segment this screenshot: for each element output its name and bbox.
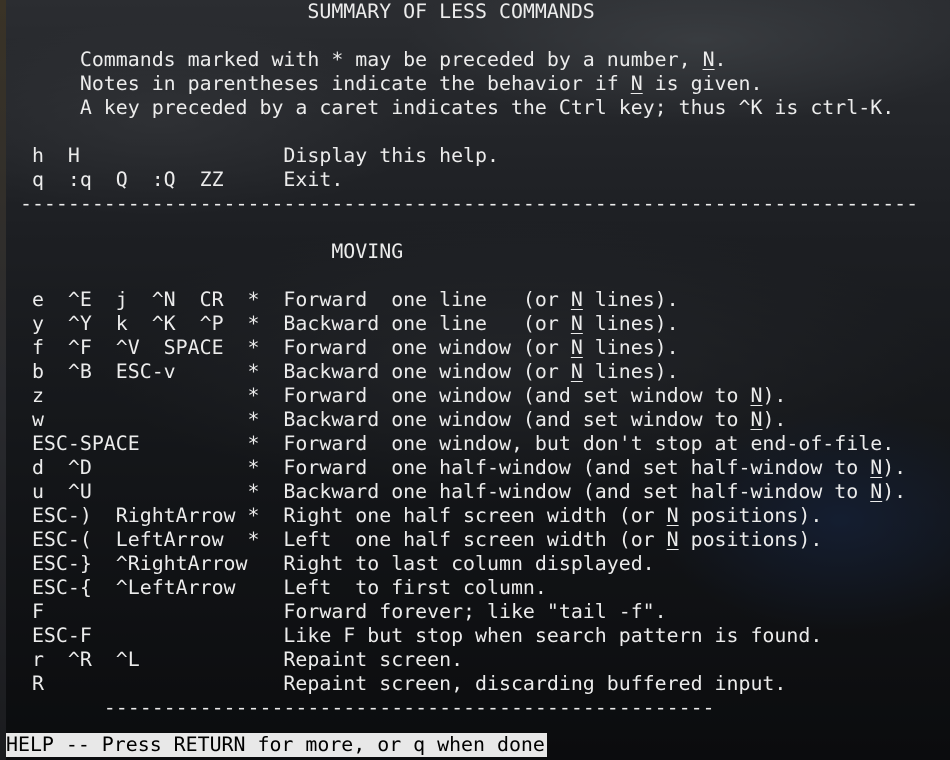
line-text: d ^D * Forward one half-window (and set … (8, 456, 871, 479)
line-text: R Repaint screen, discarding buffered in… (8, 672, 787, 695)
help-text-line: ESC-SPACE * Forward one window, but don'… (8, 432, 948, 456)
line-text: lines). (582, 360, 679, 383)
help-text-line: R Repaint screen, discarding buffered in… (8, 672, 948, 696)
number-placeholder: N (666, 528, 679, 551)
number-placeholder: N (570, 336, 583, 359)
line-text: positions). (678, 504, 823, 527)
help-text-line: y ^Y k ^K ^P * Backward one line (or N l… (8, 312, 948, 336)
window-left-edge (0, 0, 6, 760)
help-text-line: ESC-F Like F but stop when search patter… (8, 624, 948, 648)
help-text-line: b ^B ESC-v * Backward one window (or N l… (8, 360, 948, 384)
help-text-line: A key preceded by a caret indicates the … (8, 96, 948, 120)
line-text: ESC-SPACE * Forward one window, but don'… (8, 432, 895, 455)
less-help-screen: SUMMARY OF LESS COMMANDS Commands marked… (8, 0, 948, 720)
help-text-line: Notes in parentheses indicate the behavi… (8, 72, 948, 96)
line-text: Commands marked with * may be preceded b… (8, 48, 703, 71)
line-text: lines). (582, 288, 679, 311)
line-text: ). (882, 480, 907, 503)
line-text: lines). (582, 312, 679, 335)
number-placeholder: N (666, 504, 679, 527)
number-placeholder: N (750, 384, 763, 407)
line-text: ESC-} ^RightArrow Right to last column d… (8, 552, 655, 575)
help-status-prompt[interactable]: HELP -- Press RETURN for more, or q when… (6, 733, 547, 757)
line-text: y ^Y k ^K ^P * Backward one line (or (8, 312, 571, 335)
help-text-line: u ^U * Backward one half-window (and set… (8, 480, 948, 504)
line-text: e ^E j ^N CR * Forward one line (or (8, 288, 571, 311)
basic-commands: h H Display this help. q :q Q :Q ZZ Exit… (8, 144, 948, 192)
line-text: w * Backward one window (and set window … (8, 408, 751, 431)
number-placeholder: N (630, 72, 643, 95)
help-text-line: r ^R ^L Repaint screen. (8, 648, 948, 672)
section-separator: ----------------------------------------… (8, 192, 919, 215)
help-text-line: e ^E j ^N CR * Forward one line (or N li… (8, 288, 948, 312)
number-placeholder: N (570, 288, 583, 311)
number-placeholder: N (570, 312, 583, 335)
help-text-line: F Forward forever; like "tail -f". (8, 600, 948, 624)
line-text: A key preceded by a caret indicates the … (8, 96, 895, 119)
line-text: ESC-) RightArrow * Right one half screen… (8, 504, 667, 527)
moving-commands: e ^E j ^N CR * Forward one line (or N li… (8, 288, 948, 696)
help-title: SUMMARY OF LESS COMMANDS (8, 0, 595, 23)
line-text: F Forward forever; like "tail -f". (8, 600, 667, 623)
line-text: ESC-{ ^LeftArrow Left to first column. (8, 576, 547, 599)
line-text: q :q Q :Q ZZ Exit. (8, 168, 344, 191)
help-text-line: Commands marked with * may be preceded b… (8, 48, 948, 72)
help-text-line: ESC-} ^RightArrow Right to last column d… (8, 552, 948, 576)
section-heading-moving: MOVING (8, 240, 404, 263)
number-placeholder: N (750, 408, 763, 431)
line-text: b ^B ESC-v * Backward one window (or (8, 360, 571, 383)
line-text: f ^F ^V SPACE * Forward one window (or (8, 336, 571, 359)
line-text: . (714, 48, 727, 71)
line-text: h H Display this help. (8, 144, 499, 167)
line-text: ). (762, 384, 787, 407)
terminal-window[interactable]: SUMMARY OF LESS COMMANDS Commands marked… (0, 0, 950, 760)
bottom-separator: ----------------------------------------… (8, 696, 715, 719)
number-placeholder: N (570, 360, 583, 383)
line-text: ESC-( LeftArrow * Left one half screen w… (8, 528, 667, 551)
intro-notes: Commands marked with * may be preceded b… (8, 48, 948, 120)
help-text-line: f ^F ^V SPACE * Forward one window (or N… (8, 336, 948, 360)
line-text: r ^R ^L Repaint screen. (8, 648, 464, 671)
line-text: z * Forward one window (and set window t… (8, 384, 751, 407)
line-text: ). (762, 408, 787, 431)
number-placeholder: N (870, 456, 883, 479)
number-placeholder: N (870, 480, 883, 503)
help-text-line: ESC-( LeftArrow * Left one half screen w… (8, 528, 948, 552)
line-text: ). (882, 456, 907, 479)
number-placeholder: N (702, 48, 715, 71)
line-text: lines). (582, 336, 679, 359)
line-text: ESC-F Like F but stop when search patter… (8, 624, 823, 647)
help-text-line: ESC-{ ^LeftArrow Left to first column. (8, 576, 948, 600)
help-text-line: h H Display this help. (8, 144, 948, 168)
help-text-line: w * Backward one window (and set window … (8, 408, 948, 432)
help-text-line: ESC-) RightArrow * Right one half screen… (8, 504, 948, 528)
line-text: u ^U * Backward one half-window (and set… (8, 480, 871, 503)
line-text: is given. (642, 72, 763, 95)
line-text: Notes in parentheses indicate the behavi… (8, 72, 631, 95)
help-text-line: d ^D * Forward one half-window (and set … (8, 456, 948, 480)
help-text-line: z * Forward one window (and set window t… (8, 384, 948, 408)
help-text-line: q :q Q :Q ZZ Exit. (8, 168, 948, 192)
line-text: positions). (678, 528, 823, 551)
